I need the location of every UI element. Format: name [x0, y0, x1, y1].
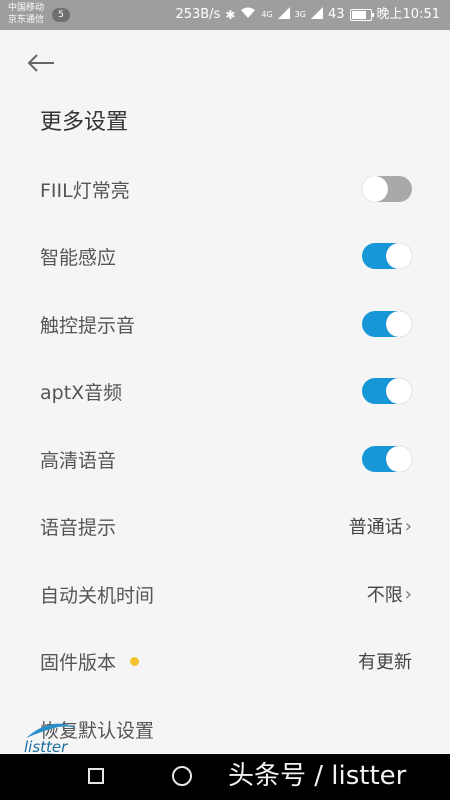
setting-value: 不限 › — [367, 581, 412, 607]
signal-3g-label: 3G — [294, 10, 306, 19]
status-icons: 253B/s ✱ 4G 3G 43 晚上10:51 — [175, 5, 440, 25]
setting-value: 普通话 › — [349, 513, 412, 539]
network-speed: 253B/s — [175, 7, 221, 22]
signal-icon — [277, 5, 290, 25]
bluetooth-icon: ✱ — [225, 8, 236, 22]
setting-hd-voice[interactable]: 高清语音 — [0, 425, 450, 493]
clock: 晚上10:51 — [376, 7, 440, 22]
setting-label: aptX音频 — [40, 381, 123, 404]
toggle-knob — [362, 176, 388, 202]
carrier-1: 中国移动 — [8, 3, 45, 13]
hd-voice-toggle[interactable] — [362, 446, 412, 472]
chevron-right-icon: › — [404, 515, 412, 537]
recent-apps-button[interactable] — [88, 768, 104, 784]
watermark-text: 头条号 / listter — [228, 761, 407, 791]
setting-label: 固件版本 — [40, 651, 117, 674]
setting-firmware[interactable]: 固件版本 有更新 — [0, 627, 450, 695]
signal-icon-2 — [310, 5, 323, 25]
setting-smart-sensing[interactable]: 智能感应 — [0, 222, 450, 290]
setting-label: 智能感应 — [40, 246, 117, 269]
home-button[interactable] — [172, 766, 192, 786]
setting-label: FIIL灯常亮 — [40, 179, 130, 202]
wifi-icon — [240, 5, 256, 25]
setting-voice-prompt[interactable]: 语音提示 普通话 › — [0, 492, 450, 560]
back-button[interactable] — [26, 50, 56, 76]
status-bar: 中国移动 京东通信 5 253B/s ✱ 4G 3G 43 晚上10:51 — [0, 0, 450, 30]
carrier-2: 京东通信 — [8, 15, 45, 25]
battery-icon — [349, 9, 374, 21]
firmware-value: 有更新 — [358, 652, 412, 673]
setting-label: 高清语音 — [40, 449, 117, 472]
fiil-light-toggle[interactable] — [362, 176, 412, 202]
smart-sensing-toggle[interactable] — [362, 243, 412, 269]
toggle-knob — [386, 378, 412, 404]
setting-label: 自动关机时间 — [40, 584, 155, 607]
navigation-bar: 头条号 / listter — [0, 754, 450, 800]
auto-off-value: 不限 — [366, 585, 403, 606]
voice-prompt-value: 普通话 — [348, 517, 403, 538]
setting-aptx-audio[interactable]: aptX音频 — [0, 357, 450, 425]
setting-label-wrap: 固件版本 — [40, 648, 140, 675]
battery-percent: 43 — [327, 7, 345, 22]
signal-4g-label: 4G — [261, 10, 273, 19]
setting-label: 触控提示音 — [40, 314, 136, 337]
setting-fiil-light[interactable]: FIIL灯常亮 — [0, 155, 450, 223]
chevron-right-icon: › — [404, 583, 412, 605]
page-title: 更多设置 — [40, 110, 129, 135]
sim-badge: 5 — [52, 8, 70, 22]
carrier-info: 中国移动 京东通信 — [8, 2, 44, 26]
setting-label: 语音提示 — [40, 516, 117, 539]
toggle-knob — [386, 446, 412, 472]
toggle-knob — [386, 311, 412, 337]
update-dot-icon — [130, 656, 140, 666]
toggle-knob — [386, 243, 412, 269]
aptx-audio-toggle[interactable] — [362, 378, 412, 404]
arrow-left-icon — [27, 54, 54, 72]
touch-sound-toggle[interactable] — [362, 311, 412, 337]
setting-touch-sound[interactable]: 触控提示音 — [0, 290, 450, 358]
setting-auto-off[interactable]: 自动关机时间 不限 › — [0, 560, 450, 628]
